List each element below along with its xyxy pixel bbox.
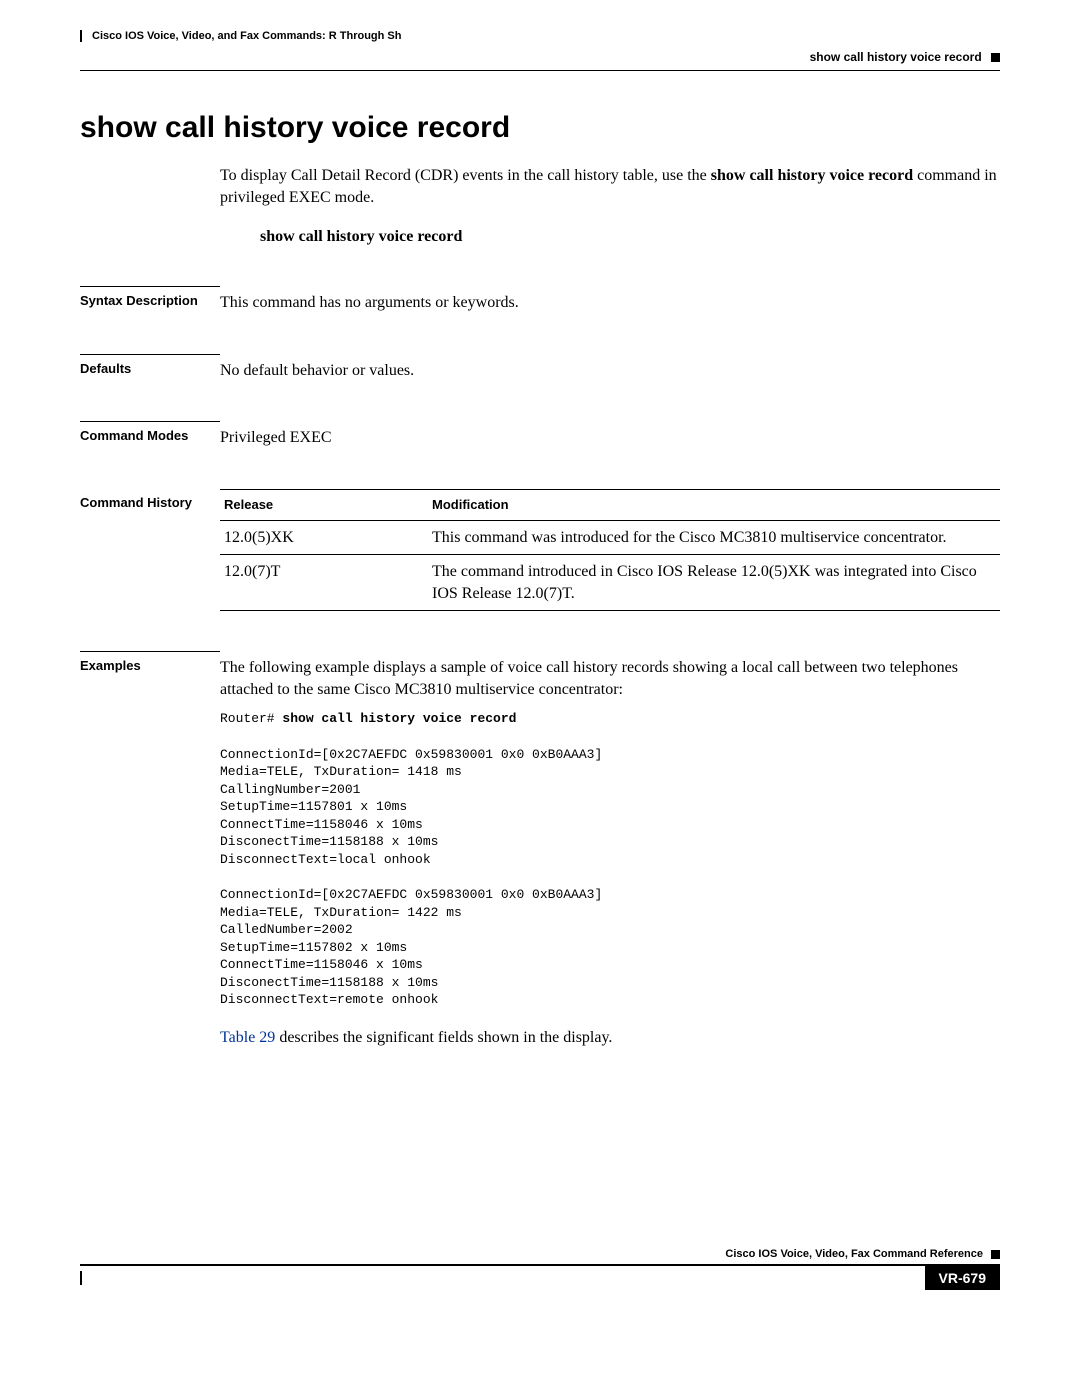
label-syntax-description: Syntax Description <box>80 286 220 308</box>
table-ref-line: Table 29 describes the significant field… <box>220 1027 1000 1049</box>
command-text: show call history voice record <box>282 711 516 726</box>
footer-tick <box>80 1271 82 1285</box>
section-command-history: Command History Release Modification 12.… <box>80 489 1000 611</box>
footer-ref: Cisco IOS Voice, Video, Fax Command Refe… <box>725 1248 983 1260</box>
footer-bar: VR-679 <box>80 1264 1000 1290</box>
footer-ref-line: Cisco IOS Voice, Video, Fax Command Refe… <box>80 1248 1000 1260</box>
section-defaults: Defaults No default behavior or values. <box>80 354 1000 382</box>
header-breadcrumb: Cisco IOS Voice, Video, and Fax Commands… <box>80 30 1000 42</box>
header-right-text: show call history voice record <box>810 50 982 64</box>
table-row: 12.0(5)XK This command was introduced fo… <box>220 520 1000 555</box>
content-command-modes: Privileged EXEC <box>220 421 1000 449</box>
cell-modification: The command introduced in Cisco IOS Rele… <box>428 555 1000 611</box>
content-syntax-description: This command has no arguments or keyword… <box>220 286 1000 314</box>
content-command-history: Release Modification 12.0(5)XK This comm… <box>220 489 1000 611</box>
divider <box>80 70 1000 71</box>
syntax-line: show call history voice record <box>260 228 1000 246</box>
intro-before: To display Call Detail Record (CDR) even… <box>220 167 711 184</box>
label-defaults: Defaults <box>80 354 220 376</box>
square-icon <box>991 1250 1000 1259</box>
page-number: VR-679 <box>925 1266 1000 1290</box>
section-examples: Examples The following example displays … <box>80 651 1000 1048</box>
output-block-1: ConnectionId=[0x2C7AEFDC 0x59830001 0x0 … <box>220 747 602 867</box>
examples-intro: The following example displays a sample … <box>220 657 1000 700</box>
header-right: show call history voice record <box>80 50 1000 64</box>
footer: Cisco IOS Voice, Video, Fax Command Refe… <box>80 1248 1000 1290</box>
cell-release: 12.0(7)T <box>220 555 428 611</box>
examples-code: Router# show call history voice record C… <box>220 710 1000 1008</box>
col-release: Release <box>220 489 428 520</box>
prompt: Router# <box>220 711 282 726</box>
square-icon <box>991 53 1000 62</box>
label-examples: Examples <box>80 651 220 673</box>
output-block-2: ConnectionId=[0x2C7AEFDC 0x59830001 0x0 … <box>220 887 602 1007</box>
label-command-modes: Command Modes <box>80 421 220 443</box>
content-examples: The following example displays a sample … <box>220 651 1000 1048</box>
page: Cisco IOS Voice, Video, and Fax Commands… <box>0 0 1080 1320</box>
table-ref-after: describes the significant fields shown i… <box>275 1029 612 1046</box>
cell-modification: This command was introduced for the Cisc… <box>428 520 1000 555</box>
cell-release: 12.0(5)XK <box>220 520 428 555</box>
intro-paragraph: To display Call Detail Record (CDR) even… <box>220 165 1000 208</box>
section-syntax-description: Syntax Description This command has no a… <box>80 286 1000 314</box>
label-command-history: Command History <box>80 489 220 510</box>
content-defaults: No default behavior or values. <box>220 354 1000 382</box>
page-title: show call history voice record <box>80 111 1000 145</box>
command-history-table: Release Modification 12.0(5)XK This comm… <box>220 489 1000 611</box>
table-row: 12.0(7)T The command introduced in Cisco… <box>220 555 1000 611</box>
section-command-modes: Command Modes Privileged EXEC <box>80 421 1000 449</box>
col-modification: Modification <box>428 489 1000 520</box>
intro-bold: show call history voice record <box>711 167 913 184</box>
table-ref-link[interactable]: Table 29 <box>220 1029 275 1046</box>
